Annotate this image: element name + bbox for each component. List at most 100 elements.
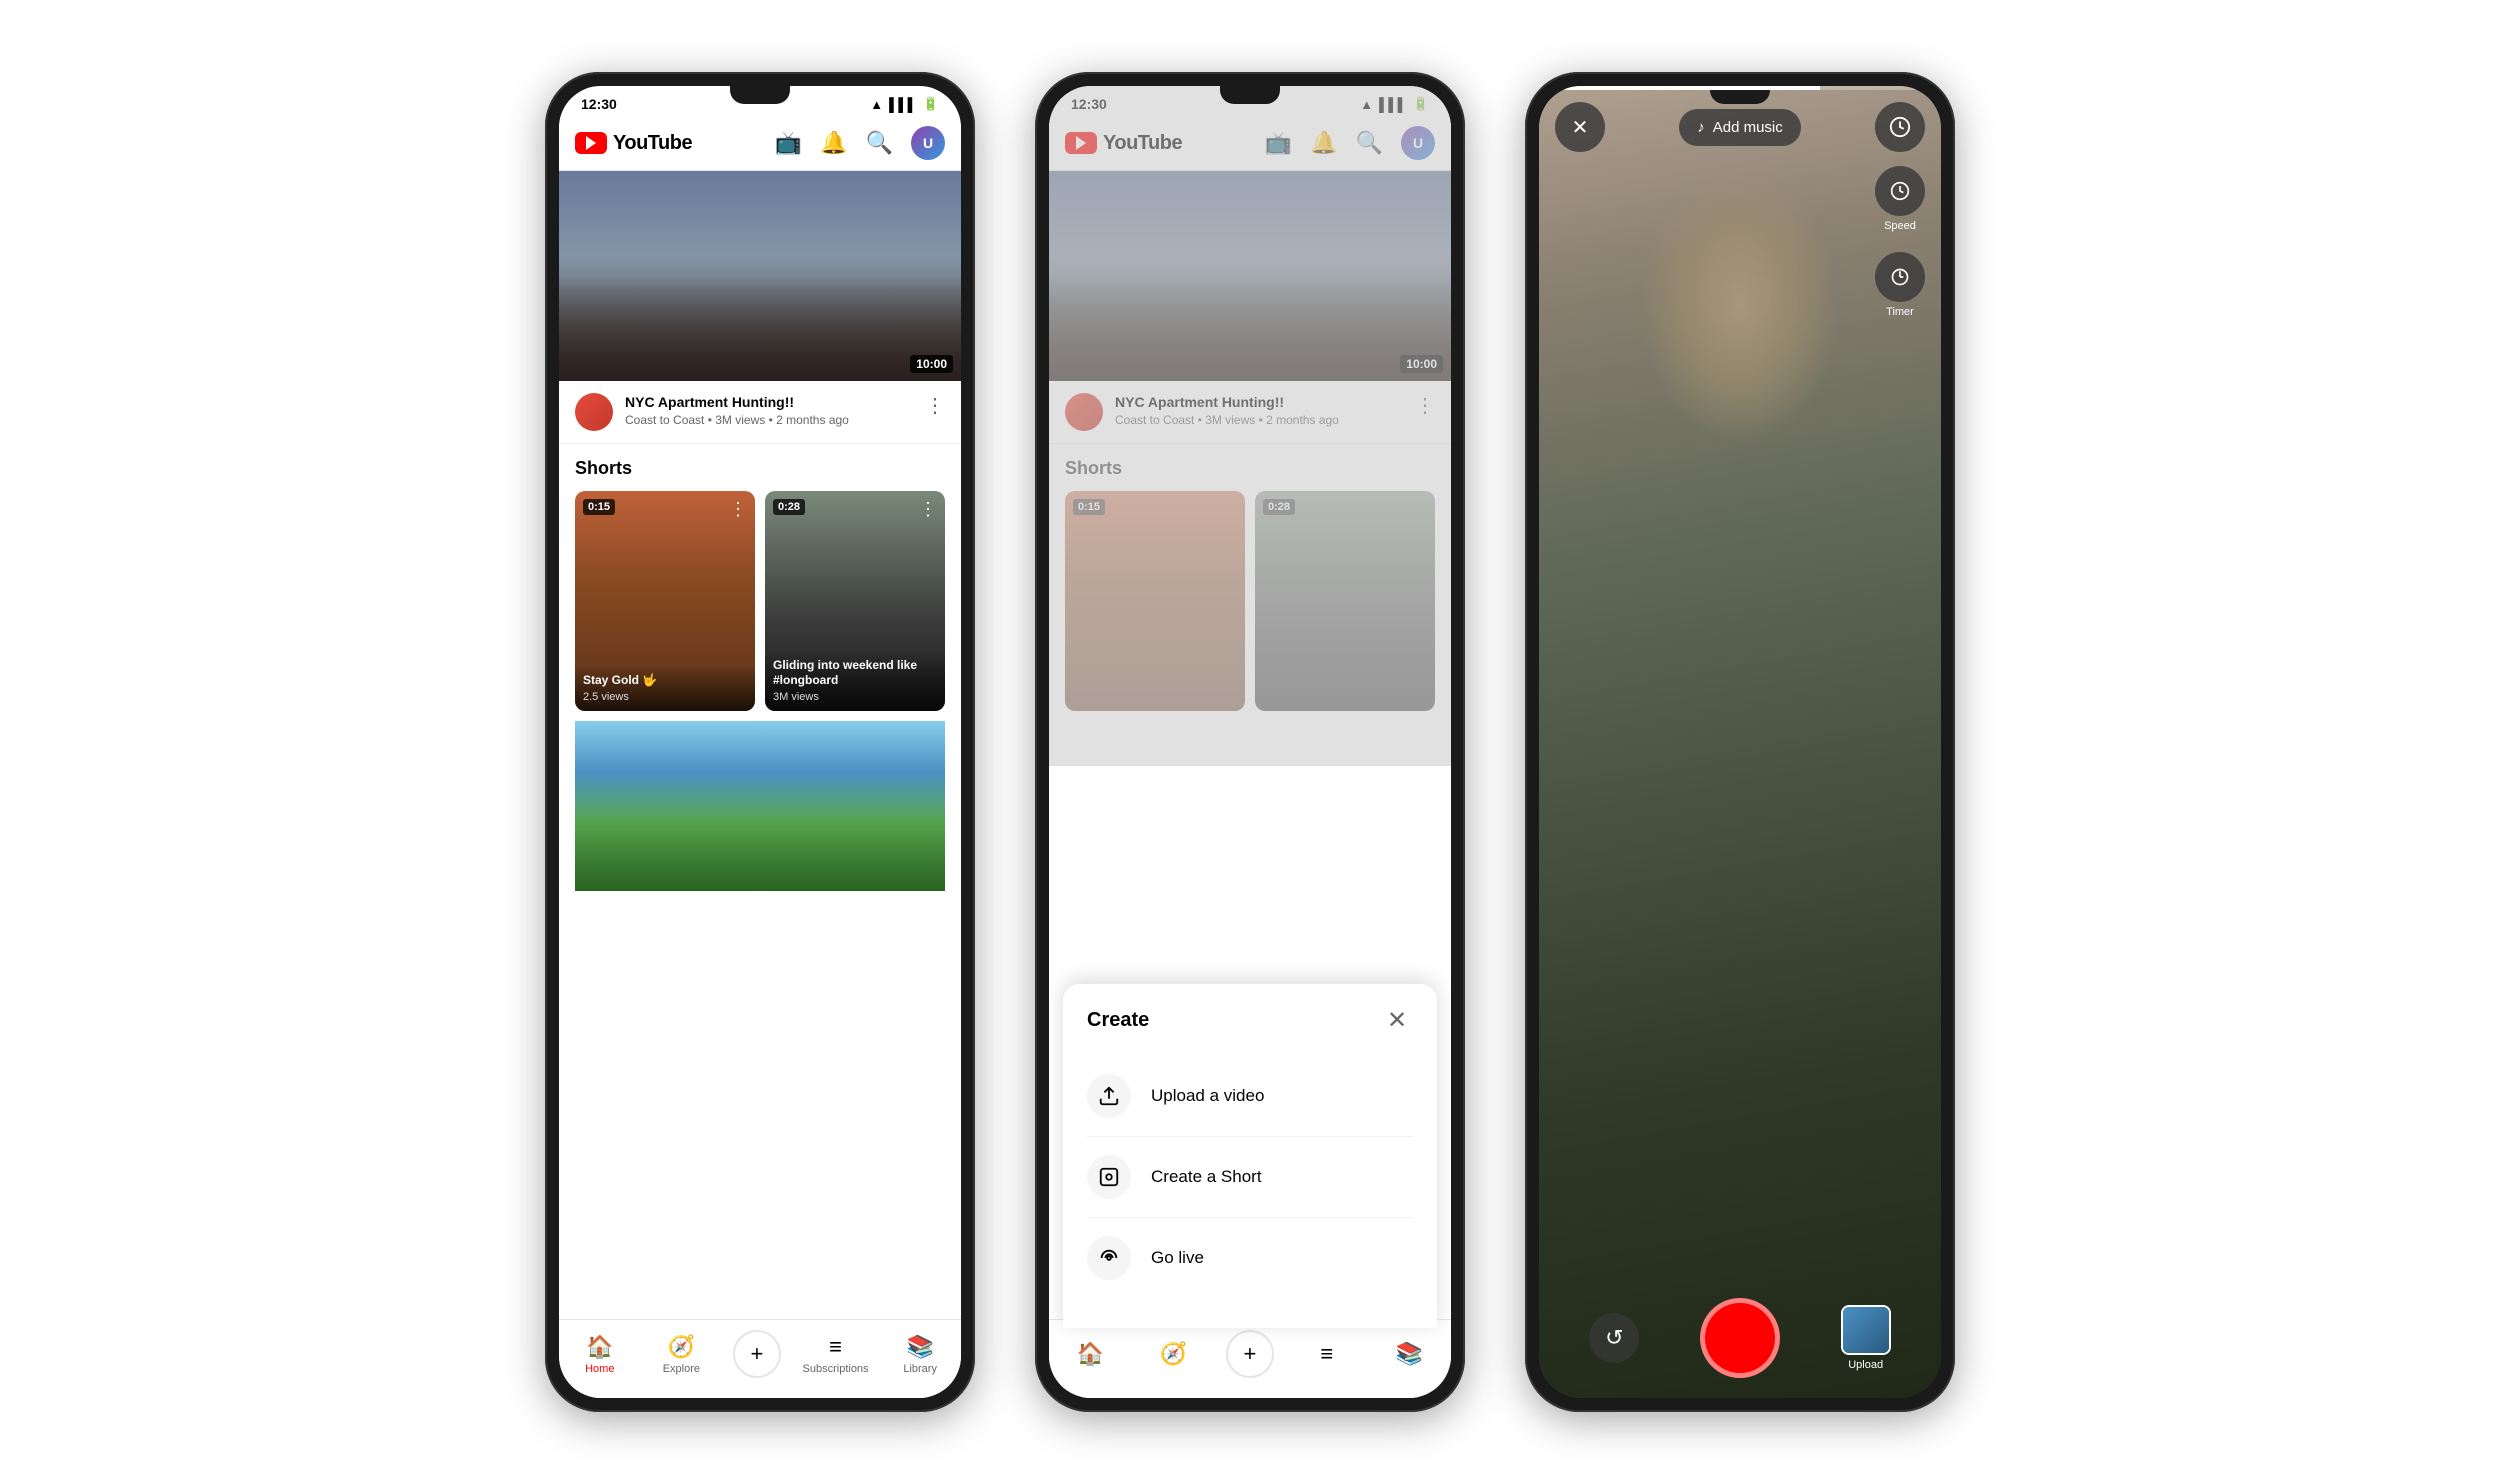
- timer-side-control: Timer: [1875, 252, 1925, 318]
- explore-icon-1: 🧭: [668, 1334, 695, 1360]
- speed-side-control: Speed: [1875, 166, 1925, 232]
- nav-explore-2[interactable]: 🧭: [1143, 1341, 1203, 1367]
- channel-avatar-1[interactable]: [575, 393, 613, 431]
- modal-title: Create: [1087, 1009, 1149, 1032]
- plus-icon-2: +: [1244, 1341, 1257, 1367]
- bottom-nav-2: 🏠 🧭 + ≡ 📚: [1049, 1319, 1451, 1398]
- phone2-overlay: [1049, 86, 1451, 766]
- nav-explore-1[interactable]: 🧭 Explore: [651, 1334, 711, 1375]
- building-bg-1: [559, 171, 961, 381]
- bottom-nav-1: 🏠 Home 🧭 Explore + ≡ Subscriptions 📚 Lib…: [559, 1319, 961, 1398]
- short-thumb-1: 0:15 ⋮ Stay Gold 🤟 2.5 views: [575, 491, 755, 711]
- cam-progress-bar: [1539, 86, 1941, 90]
- shorts-row-1: 0:15 ⋮ Stay Gold 🤟 2.5 views 0:28 ⋮: [575, 491, 945, 711]
- shorts-heading-1: Shorts: [575, 458, 945, 479]
- upload-thumbnail[interactable]: [1841, 1305, 1891, 1355]
- library-label-1: Library: [903, 1363, 937, 1375]
- short-duration-2: 0:28: [773, 499, 805, 515]
- add-music-button[interactable]: ♪ Add music: [1679, 109, 1801, 146]
- status-icons-1: ▲ ▌▌▌ 🔋: [870, 96, 939, 112]
- video-subtitle-1: Coast to Coast • 3M views • 2 months ago: [625, 413, 913, 427]
- video-title-1: NYC Apartment Hunting!!: [625, 393, 913, 411]
- nav-library-1[interactable]: 📚 Library: [890, 1334, 950, 1375]
- subscriptions-label-1: Subscriptions: [803, 1363, 869, 1375]
- speed-icon[interactable]: [1875, 166, 1925, 216]
- bell-icon[interactable]: 🔔: [820, 130, 847, 156]
- record-button[interactable]: [1700, 1298, 1780, 1378]
- video-info-1: NYC Apartment Hunting!! Coast to Coast •…: [559, 381, 961, 444]
- notch-1: [730, 86, 790, 104]
- short-views-2: 3M views: [773, 691, 937, 703]
- nav-library-2[interactable]: 📚: [1380, 1341, 1440, 1367]
- landscape-bg-1: [575, 721, 945, 891]
- avatar-1[interactable]: U: [911, 126, 945, 160]
- home-label-1: Home: [585, 1363, 614, 1375]
- short-card-1[interactable]: 0:15 ⋮ Stay Gold 🤟 2.5 views: [575, 491, 755, 711]
- landscape-thumb-1[interactable]: [575, 721, 945, 891]
- nav-subscriptions-1[interactable]: ≡ Subscriptions: [803, 1334, 869, 1375]
- header-icons-1: 📺 🔔 🔍 U: [775, 126, 945, 160]
- phone-2: 12:30 ▲ ▌▌▌ 🔋 YouTube 📺 🔔 🔍 U 10:00: [1035, 72, 1465, 1412]
- short-title-1: Stay Gold 🤟: [583, 673, 747, 689]
- video-duration-1: 10:00: [910, 355, 953, 373]
- speed-button[interactable]: [1875, 102, 1925, 152]
- modal-close-button[interactable]: ✕: [1381, 1004, 1413, 1036]
- close-camera-button[interactable]: ✕: [1555, 102, 1605, 152]
- add-music-label: Add music: [1713, 119, 1783, 136]
- phone-3: ✕ ♪ Add music: [1525, 72, 1955, 1412]
- home-icon-2: 🏠: [1077, 1341, 1104, 1367]
- nav-subscriptions-2[interactable]: ≡: [1297, 1341, 1357, 1367]
- nav-create-1[interactable]: +: [733, 1330, 781, 1378]
- explore-label-1: Explore: [663, 1363, 700, 1375]
- explore-icon-2: 🧭: [1159, 1341, 1186, 1367]
- timer-label: Timer: [1886, 306, 1914, 318]
- status-time-1: 12:30: [581, 96, 617, 112]
- search-icon[interactable]: 🔍: [866, 130, 893, 156]
- youtube-header-1: YouTube 📺 🔔 🔍 U: [559, 116, 961, 171]
- upload-icon: [1087, 1074, 1131, 1118]
- nav-home-2[interactable]: 🏠: [1060, 1341, 1120, 1367]
- face-glow: [1640, 166, 1840, 446]
- short-label-1: Stay Gold 🤟 2.5 views: [575, 665, 755, 711]
- video-thumb-1[interactable]: 10:00: [559, 171, 961, 381]
- modal-create-short-item[interactable]: Create a Short: [1087, 1137, 1413, 1218]
- plus-icon-1: +: [751, 1341, 764, 1367]
- create-modal: Create ✕ Upload a video: [1063, 984, 1437, 1328]
- modal-go-live-item[interactable]: Go live: [1087, 1218, 1413, 1298]
- go-live-label: Go live: [1151, 1248, 1204, 1268]
- video-options-icon-1[interactable]: ⋮: [925, 393, 945, 418]
- short-menu-2[interactable]: ⋮: [919, 499, 937, 520]
- nav-create-2[interactable]: +: [1226, 1330, 1274, 1378]
- library-icon-2: 📚: [1396, 1341, 1423, 1367]
- flip-camera-button[interactable]: ↺: [1589, 1313, 1639, 1363]
- short-menu-1[interactable]: ⋮: [729, 499, 747, 520]
- create-short-icon: [1087, 1155, 1131, 1199]
- modal-upload-item[interactable]: Upload a video: [1087, 1056, 1413, 1137]
- phone-1: 12:30 ▲ ▌▌▌ 🔋 YouTube 📺 🔔 🔍 U 10:00: [545, 72, 975, 1412]
- cast-icon[interactable]: 📺: [775, 130, 802, 156]
- timer-icon[interactable]: [1875, 252, 1925, 302]
- short-card-2[interactable]: 0:28 ⋮ Gliding into weekend like #longbo…: [765, 491, 945, 711]
- video-meta-1: NYC Apartment Hunting!! Coast to Coast •…: [625, 393, 913, 427]
- nav-home-1[interactable]: 🏠 Home: [570, 1334, 630, 1375]
- wifi-icon: ▲: [870, 97, 883, 112]
- upload-label: Upload: [1848, 1359, 1883, 1371]
- short-title-2: Gliding into weekend like #longboard: [773, 658, 937, 689]
- signal-icon: ▌▌▌: [889, 97, 917, 112]
- camera-screen: ✕ ♪ Add music: [1539, 86, 1941, 1398]
- camera-right-controls: Speed Timer: [1875, 166, 1925, 318]
- battery-icon: 🔋: [923, 96, 939, 112]
- subscriptions-icon-2: ≡: [1320, 1341, 1333, 1367]
- short-views-1: 2.5 views: [583, 691, 747, 703]
- camera-top-controls: ✕ ♪ Add music: [1539, 86, 1941, 162]
- upload-thumb-bg: [1843, 1307, 1889, 1353]
- speed-label: Speed: [1884, 220, 1916, 232]
- library-icon-1: 📚: [906, 1334, 933, 1360]
- short-duration-1: 0:15: [583, 499, 615, 515]
- short-thumb-2: 0:28 ⋮ Gliding into weekend like #longbo…: [765, 491, 945, 711]
- home-icon-1: 🏠: [586, 1334, 613, 1360]
- cam-progress-fill: [1539, 86, 1820, 90]
- subscriptions-icon-1: ≡: [829, 1334, 842, 1360]
- upload-control: Upload: [1841, 1305, 1891, 1371]
- go-live-icon: [1087, 1236, 1131, 1280]
